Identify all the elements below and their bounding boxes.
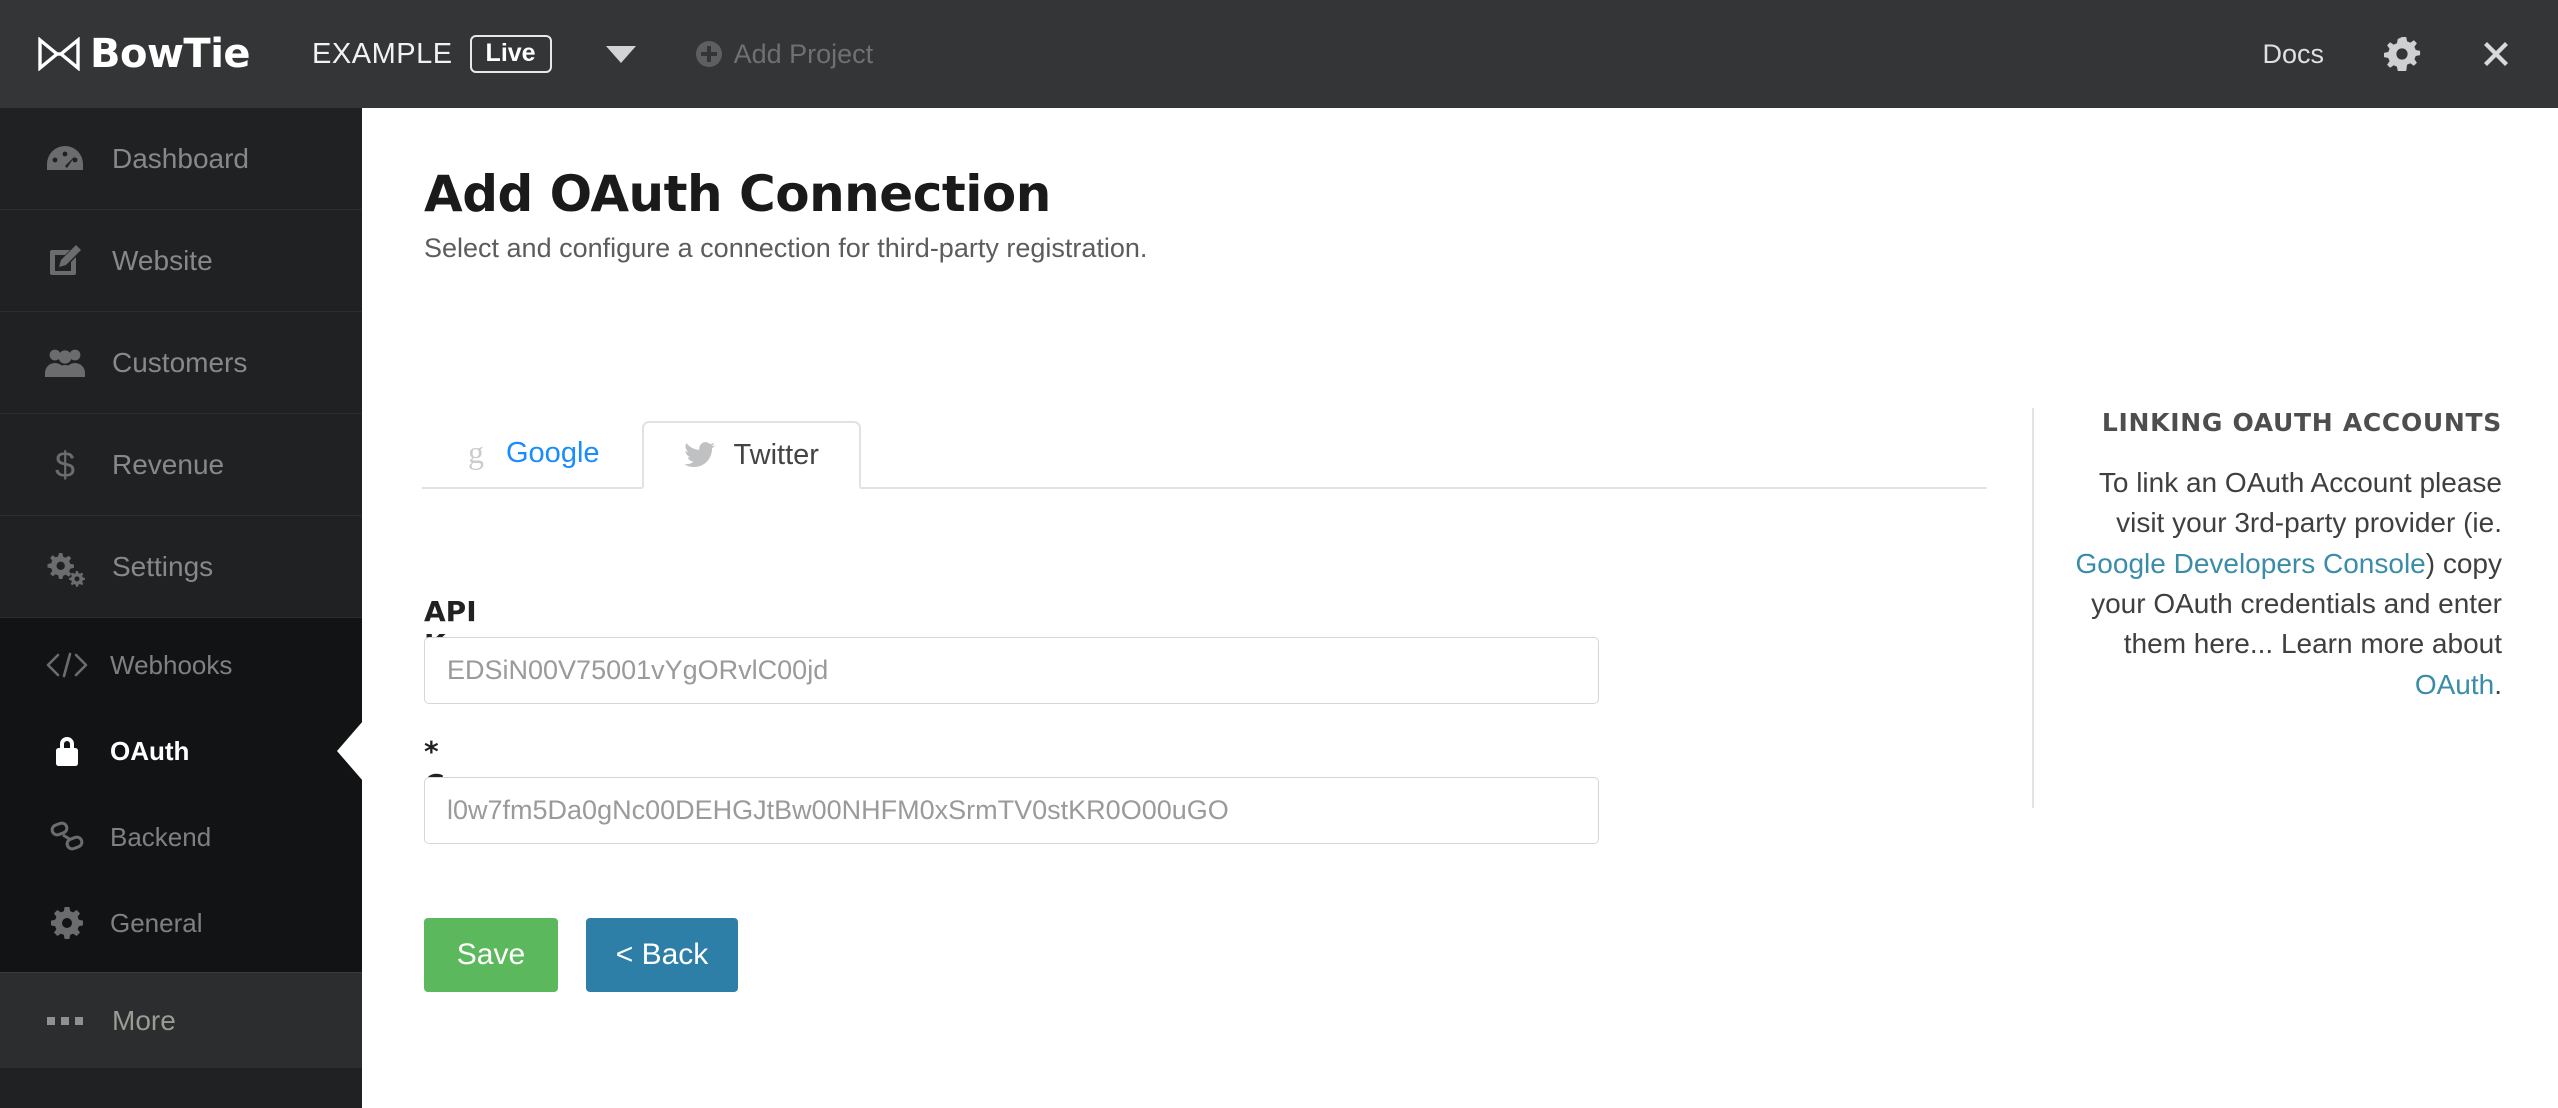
gear-icon bbox=[36, 905, 98, 941]
sidebar-subnav: Webhooks OAuth Backend General bbox=[0, 618, 363, 972]
consumer-secret-input[interactable] bbox=[424, 777, 1599, 844]
sidebar-item-revenue[interactable]: $ Revenue bbox=[0, 414, 362, 516]
code-brackets-icon bbox=[36, 652, 98, 678]
gears-icon bbox=[30, 547, 100, 587]
help-panel-body: To link an OAuth Account please visit yo… bbox=[2064, 463, 2502, 705]
tab-google[interactable]: g Google bbox=[422, 419, 642, 487]
ellipsis-icon bbox=[30, 1016, 100, 1025]
project-name: EXAMPLE bbox=[312, 37, 453, 70]
sidebar-item-label: Dashboard bbox=[112, 142, 249, 174]
tab-twitter-label: Twitter bbox=[733, 438, 819, 471]
bowtie-logo-icon bbox=[38, 37, 80, 71]
header-right-actions: Docs bbox=[2262, 0, 2514, 108]
oauth-learn-more-link[interactable]: OAuth bbox=[2415, 669, 2494, 700]
sidebar-item-dashboard[interactable]: Dashboard bbox=[0, 108, 362, 210]
google-developers-console-link[interactable]: Google Developers Console bbox=[2076, 548, 2426, 579]
gear-icon[interactable] bbox=[2382, 34, 2422, 74]
dollar-sign-icon: $ bbox=[30, 445, 100, 485]
help-panel: LINKING OAUTH ACCOUNTS To link an OAuth … bbox=[2032, 408, 2502, 808]
sidebar-item-oauth[interactable]: OAuth bbox=[0, 708, 363, 794]
svg-text:$: $ bbox=[55, 445, 75, 485]
sidebar-item-customers[interactable]: Customers bbox=[0, 312, 362, 414]
sidebar-item-more[interactable]: More bbox=[0, 972, 362, 1068]
help-panel-title: LINKING OAUTH ACCOUNTS bbox=[2101, 408, 2502, 437]
sidebar-nav: Dashboard Website Customers $ Revenue Se… bbox=[0, 108, 363, 1108]
help-text-1: To link an OAuth Account please visit yo… bbox=[2098, 467, 2502, 539]
back-button[interactable]: < Back bbox=[586, 918, 738, 992]
status-badge: Live bbox=[469, 34, 552, 74]
sidebar-subitem-label: General bbox=[110, 907, 203, 938]
sidebar-item-webhooks[interactable]: Webhooks bbox=[0, 622, 362, 708]
sidebar-item-general[interactable]: General bbox=[0, 880, 362, 966]
brand-logo[interactable]: BowTie bbox=[38, 0, 251, 108]
sidebar-subitem-label: OAuth bbox=[110, 735, 190, 766]
sidebar-item-label: Revenue bbox=[112, 448, 225, 480]
sidebar-item-backend[interactable]: Backend bbox=[0, 794, 362, 880]
sidebar-item-settings[interactable]: Settings bbox=[0, 516, 362, 618]
close-icon[interactable] bbox=[2478, 36, 2514, 72]
add-project-button[interactable]: Add Project bbox=[695, 38, 874, 70]
sidebar-subitem-label: Webhooks bbox=[110, 649, 233, 680]
active-indicator-arrow bbox=[337, 721, 363, 781]
page-subtitle: Select and configure a connection for th… bbox=[424, 233, 1148, 263]
chevron-down-icon[interactable] bbox=[605, 45, 636, 63]
users-icon bbox=[30, 347, 100, 379]
top-header-bar: BowTie EXAMPLE Live Add Project Docs bbox=[0, 0, 2558, 108]
plus-circle-icon bbox=[695, 41, 722, 67]
pencil-square-icon bbox=[30, 242, 100, 280]
svg-text:g: g bbox=[468, 436, 484, 470]
sidebar-subitem-label: Backend bbox=[110, 821, 212, 852]
sidebar-more-label: More bbox=[112, 1004, 176, 1036]
chain-link-icon bbox=[36, 820, 98, 854]
help-text-3: . bbox=[2494, 668, 2502, 700]
sidebar-item-label: Settings bbox=[112, 550, 214, 582]
twitter-bird-icon bbox=[683, 441, 716, 469]
page-title: Add OAuth Connection bbox=[424, 165, 1051, 223]
sidebar-item-website[interactable]: Website bbox=[0, 210, 362, 312]
tab-twitter[interactable]: Twitter bbox=[641, 421, 861, 489]
lock-icon bbox=[36, 733, 98, 769]
tab-google-label: Google bbox=[506, 436, 600, 469]
docs-link[interactable]: Docs bbox=[2262, 39, 2324, 70]
dashboard-gauge-icon bbox=[30, 144, 100, 174]
sidebar-item-label: Customers bbox=[112, 346, 248, 378]
project-selector[interactable]: EXAMPLE Live bbox=[312, 34, 552, 74]
google-g-icon: g bbox=[464, 436, 488, 470]
save-button[interactable]: Save bbox=[424, 918, 558, 992]
sidebar-item-label: Website bbox=[112, 244, 213, 276]
provider-tab-bar: g Google Twitter bbox=[422, 421, 1987, 489]
add-project-label: Add Project bbox=[733, 38, 874, 69]
brand-name: BowTie bbox=[90, 31, 251, 77]
main-content: Add OAuth Connection Select and configur… bbox=[362, 108, 2558, 1108]
api-key-input[interactable] bbox=[424, 637, 1599, 704]
